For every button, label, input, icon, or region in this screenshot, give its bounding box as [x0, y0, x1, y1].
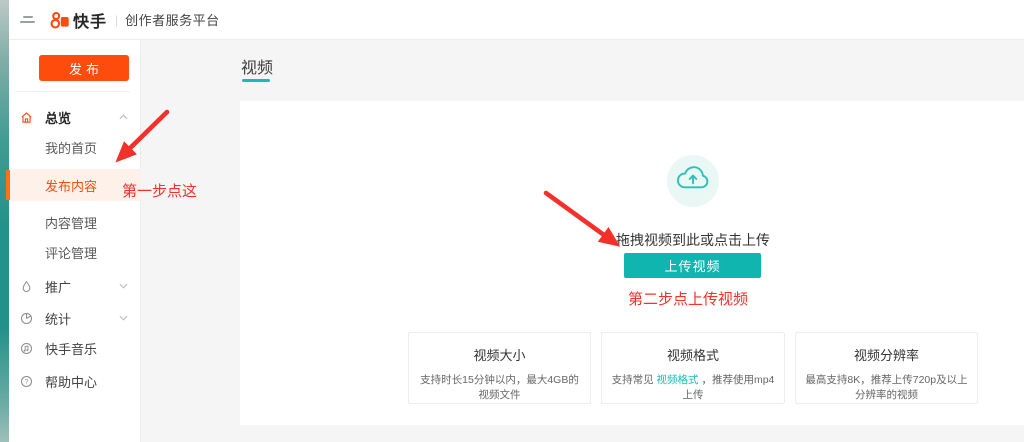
card-body: 最高支持8K，推荐上传720p及以上分辨率的视频 [796, 373, 977, 403]
flame-icon [20, 280, 33, 293]
brand-divider: | [115, 13, 118, 27]
menu-icon[interactable] [20, 14, 38, 26]
sidebar-item-label: 统计 [45, 309, 71, 328]
pie-chart-icon [20, 312, 33, 325]
sidebar-item-label: 帮助中心 [45, 372, 97, 391]
video-format-link[interactable]: 视频格式 [657, 374, 699, 386]
tab-active-underline [242, 79, 270, 82]
sidebar-item-overview[interactable]: 总览 [9, 102, 141, 132]
card-body: 支持常见 视频格式 ，推荐使用mp4上传 [602, 373, 784, 403]
sidebar-item-label: 快手音乐 [45, 339, 97, 358]
sidebar-item-statistics[interactable]: 统计 [9, 303, 141, 333]
home-icon [20, 111, 33, 124]
card-video-format: 视频格式 支持常见 视频格式 ，推荐使用mp4上传 [601, 332, 785, 404]
card-video-resolution: 视频分辨率 最高支持8K，推荐上传720p及以上分辨率的视频 [795, 332, 978, 404]
upload-video-button[interactable]: 上传视频 [624, 253, 761, 278]
platform-subtitle: 创作者服务平台 [125, 10, 220, 29]
sidebar-item-label: 推广 [45, 277, 71, 296]
chevron-down-icon[interactable] [119, 315, 128, 321]
cloud-upload-icon[interactable] [667, 155, 719, 207]
top-header: 快手 | 创作者服务平台 [9, 0, 1024, 40]
upload-dropzone[interactable]: 拖拽视频到此或点击上传 上传视频 视频大小 支持时长15分钟以内，最大4GB的视… [408, 101, 978, 425]
card-title: 视频分辨率 [796, 345, 977, 364]
svg-text:?: ? [25, 378, 29, 385]
sidebar-item-comment-manage[interactable]: 评论管理 [9, 237, 141, 267]
sidebar: 发布 总览 我的首页 发布内容 内容管理 评论管理 推广 [9, 40, 141, 442]
upload-hint-text: 拖拽视频到此或点击上传 [408, 230, 978, 250]
annotation-step1: 第一步点这 [122, 180, 197, 201]
sidebar-item-label: 发布内容 [45, 176, 97, 195]
sidebar-item-content-manage[interactable]: 内容管理 [9, 207, 141, 237]
sidebar-item-kuaishou-music[interactable]: 快手音乐 [9, 333, 141, 363]
music-icon [20, 342, 33, 355]
sidebar-item-my-homepage[interactable]: 我的首页 [9, 132, 141, 162]
chevron-down-icon[interactable] [119, 283, 128, 289]
card-video-size: 视频大小 支持时长15分钟以内，最大4GB的视频文件 [408, 332, 591, 404]
sidebar-item-promotion[interactable]: 推广 [9, 271, 141, 301]
annotation-step2: 第二步点上传视频 [628, 288, 748, 309]
card-body: 支持时长15分钟以内，最大4GB的视频文件 [409, 373, 590, 403]
upload-info-cards: 视频大小 支持时长15分钟以内，最大4GB的视频文件 视频格式 支持常见 视频格… [408, 332, 978, 404]
brand-logo[interactable]: 快手 | 创作者服务平台 [49, 8, 220, 32]
sidebar-item-help-center[interactable]: ? 帮助中心 [9, 366, 141, 396]
sidebar-divider [15, 91, 130, 92]
card-body-text: 支持常见 [612, 374, 657, 386]
tab-video[interactable]: 视频 [241, 54, 273, 78]
help-icon: ? [20, 375, 33, 388]
kuaishou-logo-icon [49, 11, 70, 29]
upload-panel: 拖拽视频到此或点击上传 上传视频 视频大小 支持时长15分钟以内，最大4GB的视… [240, 101, 1024, 425]
sidebar-item-label: 内容管理 [45, 213, 97, 232]
brand-name: 快手 [73, 8, 107, 32]
card-title: 视频大小 [409, 345, 590, 364]
sidebar-item-label: 评论管理 [45, 243, 97, 262]
publish-button[interactable]: 发布 [39, 55, 129, 81]
main-area: 视频 拖拽视频到此或点击上传 上传视频 视频大小 支持时长15分钟以内，最大4G… [141, 40, 1024, 442]
chevron-up-icon[interactable] [119, 114, 128, 120]
desktop-edge-strip [0, 0, 9, 442]
kuaishou-creator-platform: 快手 | 创作者服务平台 发布 总览 我的首页 发布内容 内容管理 评论管理 [0, 0, 1024, 442]
card-title: 视频格式 [602, 345, 784, 364]
active-indicator-bar [6, 170, 10, 200]
sidebar-item-label: 我的首页 [45, 138, 97, 157]
sidebar-item-label: 总览 [45, 108, 71, 127]
